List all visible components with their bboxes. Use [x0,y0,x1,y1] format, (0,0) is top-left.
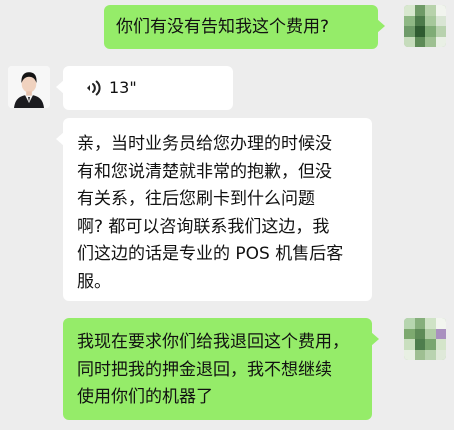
pixelated-avatar-image [404,5,446,47]
voice-message-bubble[interactable]: 13" [56,66,233,110]
message-text: 你们有没有告知我这个费用? [116,17,330,37]
message-line: 使用你们的机器了 [77,387,213,407]
message-line: 我现在要求你们给我退回这个费用， [77,332,349,352]
message-line: 亲，当时业务员给您办理的时候没 [77,134,332,154]
message-line: 有和您说清楚就非常的抱歉，但没 [77,161,332,182]
voice-duration: 13" [109,78,137,97]
message-line: 同时把我的押金退回，我不想继续 [77,359,332,380]
sent-message-bubble[interactable]: 我现在要求你们给我退回这个费用， 同时把我的押金退回，我不想继续 使用你们的机器… [63,318,379,420]
user-avatar[interactable] [404,318,446,360]
agent-photo [8,66,50,108]
message-line: 服。 [77,271,111,292]
agent-avatar[interactable] [8,66,50,108]
pixelated-avatar-image [404,318,446,360]
message-line: 有关系，往后您刷卡到什么问题 [77,189,315,209]
user-avatar[interactable] [404,5,446,47]
sent-message-bubble[interactable]: 你们有没有告知我这个费用? [104,5,385,49]
message-line: 啊? 都可以咨询联系我们这边，我 [77,216,330,237]
message-line: 们这边的话是专业的 POS 机售后客 [77,244,344,264]
received-message-bubble[interactable]: 亲，当时业务员给您办理的时候没 有和您说清楚就非常的抱歉，但没 有关系，往后您刷… [56,118,372,301]
voice-wave-icon [87,80,101,96]
